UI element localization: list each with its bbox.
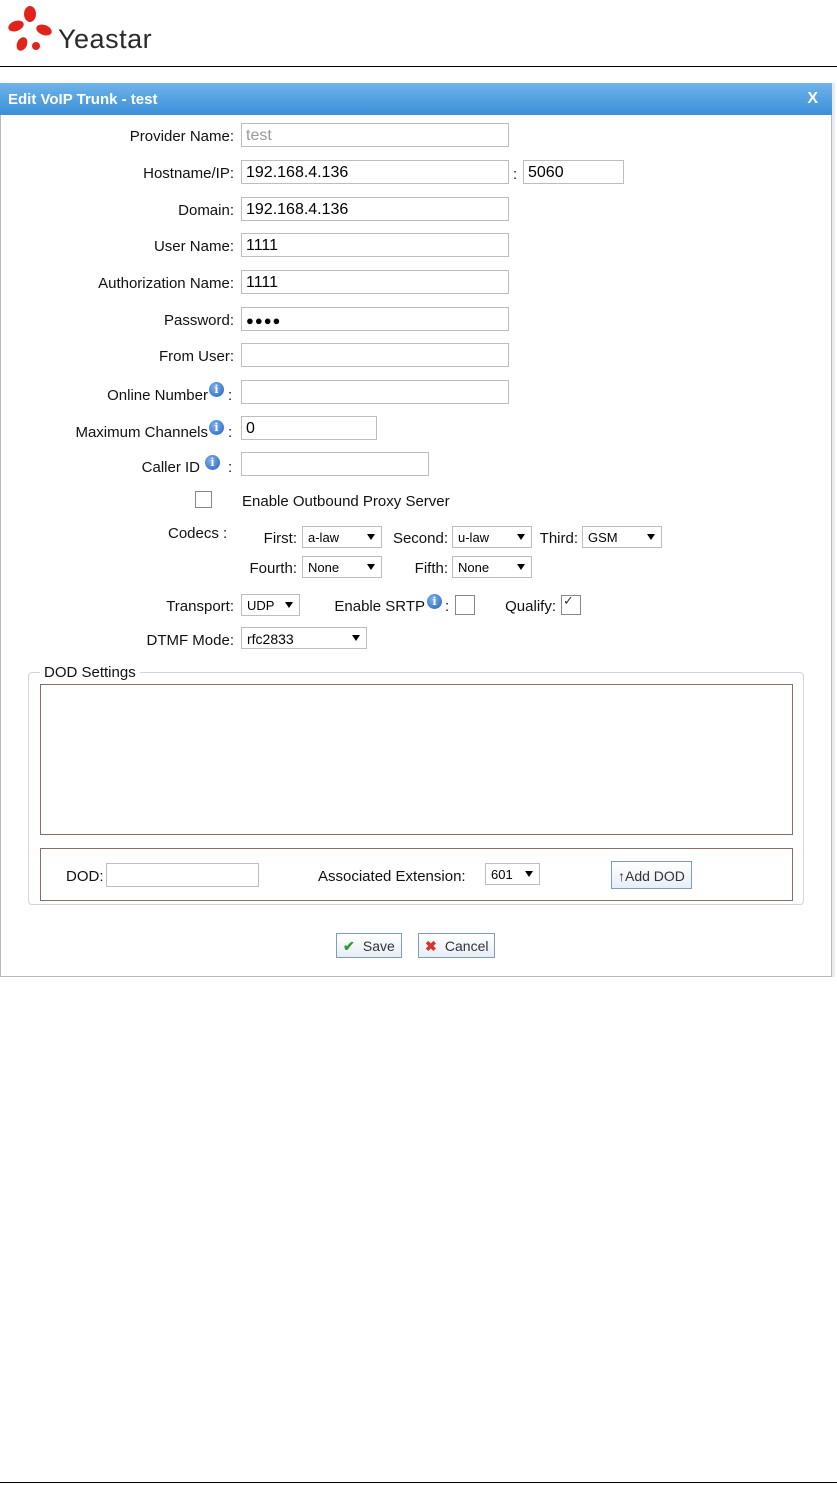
save-button[interactable]: ✔ Save bbox=[336, 933, 402, 958]
codec-fifth-value: None bbox=[458, 560, 490, 575]
codec-fourth-value: None bbox=[308, 560, 340, 575]
codec-first-label: First: bbox=[263, 530, 297, 547]
online-number-input[interactable] bbox=[241, 380, 509, 404]
close-button[interactable]: X bbox=[807, 90, 818, 108]
auth-name-label: Authorization Name: bbox=[98, 275, 234, 292]
cancel-button[interactable]: ✖ Cancel bbox=[418, 933, 496, 958]
chevron-down-icon bbox=[352, 635, 360, 641]
max-channels-input[interactable]: 0 bbox=[241, 416, 377, 440]
srtp-colon: : bbox=[445, 598, 450, 615]
transport-value: UDP bbox=[247, 598, 275, 613]
dod-settings-legend: DOD Settings bbox=[40, 664, 140, 681]
yeastar-logo: Yeastar bbox=[6, 0, 206, 62]
cancel-label: Cancel bbox=[444, 938, 489, 954]
hostname-label: Hostname/IP: bbox=[143, 165, 234, 182]
codec-first-select[interactable]: a-law bbox=[302, 526, 382, 548]
info-icon[interactable]: i bbox=[427, 594, 442, 609]
info-icon[interactable]: i bbox=[205, 455, 220, 470]
codec-second-label: Second: bbox=[392, 530, 448, 547]
info-icon[interactable]: i bbox=[209, 420, 224, 435]
port-separator: : bbox=[513, 166, 518, 183]
chevron-down-icon bbox=[517, 534, 525, 540]
from-user-label: From User: bbox=[159, 348, 234, 365]
codec-fourth-select[interactable]: None bbox=[302, 556, 382, 578]
domain-input[interactable]: 192.168.4.136 bbox=[241, 197, 509, 221]
dod-label: DOD: bbox=[66, 868, 104, 885]
codecs-label: Codecs : bbox=[168, 525, 228, 542]
x-icon: ✖ bbox=[425, 938, 437, 954]
online-number-colon: : bbox=[228, 387, 233, 404]
bottom-rule bbox=[0, 1482, 837, 1483]
brand-name: Yeastar bbox=[58, 24, 153, 54]
port-input[interactable]: 5060 bbox=[523, 160, 624, 184]
add-dod-button[interactable]: ↑Add DOD bbox=[611, 861, 692, 889]
dtmf-value: rfc2833 bbox=[247, 631, 294, 647]
chevron-down-icon bbox=[367, 564, 375, 570]
checkmark-icon: ✔ bbox=[343, 938, 355, 954]
caller-id-label: Caller ID bbox=[141, 459, 200, 476]
codec-fifth-select[interactable]: None bbox=[452, 556, 532, 578]
associated-extension-value: 601 bbox=[491, 867, 513, 882]
max-channels-colon: : bbox=[228, 424, 233, 441]
qualify-label: Qualify: bbox=[505, 598, 556, 615]
srtp-label: Enable SRTP bbox=[334, 598, 425, 615]
caller-id-input[interactable] bbox=[241, 452, 429, 476]
outbound-proxy-checkbox[interactable] bbox=[195, 491, 212, 508]
srtp-checkbox[interactable] bbox=[455, 595, 475, 615]
yeastar-logo-icon bbox=[8, 6, 52, 51]
codec-first-value: a-law bbox=[308, 530, 340, 545]
codec-third-select[interactable]: GSM bbox=[582, 526, 662, 548]
caller-id-colon: : bbox=[228, 459, 233, 476]
dod-list-box bbox=[40, 684, 793, 835]
codec-second-value: u-law bbox=[458, 530, 490, 545]
chevron-down-icon bbox=[525, 871, 533, 877]
from-user-input[interactable] bbox=[241, 343, 509, 367]
dtmf-label: DTMF Mode: bbox=[146, 632, 234, 649]
dtmf-select[interactable]: rfc2833 bbox=[241, 627, 367, 649]
chevron-down-icon bbox=[367, 534, 375, 540]
dialog-shadow bbox=[832, 83, 835, 977]
codec-second-select[interactable]: u-law bbox=[452, 526, 532, 548]
user-name-input[interactable]: 1111 bbox=[241, 233, 509, 257]
associated-extension-label: Associated Extension: bbox=[318, 868, 466, 885]
hostname-input[interactable]: 192.168.4.136 bbox=[241, 160, 509, 184]
online-number-label: Online Number bbox=[107, 387, 208, 404]
codec-fourth-label: Fourth: bbox=[249, 560, 297, 577]
codec-fifth-label: Fifth: bbox=[414, 560, 448, 577]
chevron-down-icon bbox=[647, 534, 655, 540]
codec-third-value: GSM bbox=[588, 530, 618, 545]
password-input[interactable]: ●●●● bbox=[241, 307, 509, 331]
top-rule bbox=[0, 66, 837, 67]
chevron-down-icon bbox=[285, 602, 293, 608]
associated-extension-select[interactable]: 601 bbox=[485, 863, 540, 885]
domain-label: Domain: bbox=[178, 202, 234, 219]
password-label: Password: bbox=[163, 312, 234, 329]
info-icon[interactable]: i bbox=[209, 382, 224, 397]
provider-name-input: test bbox=[241, 123, 509, 147]
codec-third-label: Third: bbox=[539, 530, 578, 547]
save-label: Save bbox=[362, 938, 395, 954]
qualify-checkbox[interactable] bbox=[561, 593, 581, 615]
provider-name-label: Provider Name: bbox=[129, 128, 234, 145]
chevron-down-icon bbox=[517, 564, 525, 570]
auth-name-input[interactable]: 1111 bbox=[241, 270, 509, 294]
dialog-titlebar[interactable]: Edit VoIP Trunk - test X bbox=[0, 83, 832, 115]
dod-input[interactable] bbox=[106, 863, 259, 887]
transport-select[interactable]: UDP bbox=[241, 594, 300, 616]
user-name-label: User Name: bbox=[153, 238, 234, 255]
transport-label: Transport: bbox=[166, 598, 234, 615]
max-channels-label: Maximum Channels bbox=[75, 424, 208, 441]
dialog-title: Edit VoIP Trunk - test bbox=[8, 91, 158, 108]
outbound-proxy-label: Enable Outbound Proxy Server bbox=[242, 493, 450, 510]
